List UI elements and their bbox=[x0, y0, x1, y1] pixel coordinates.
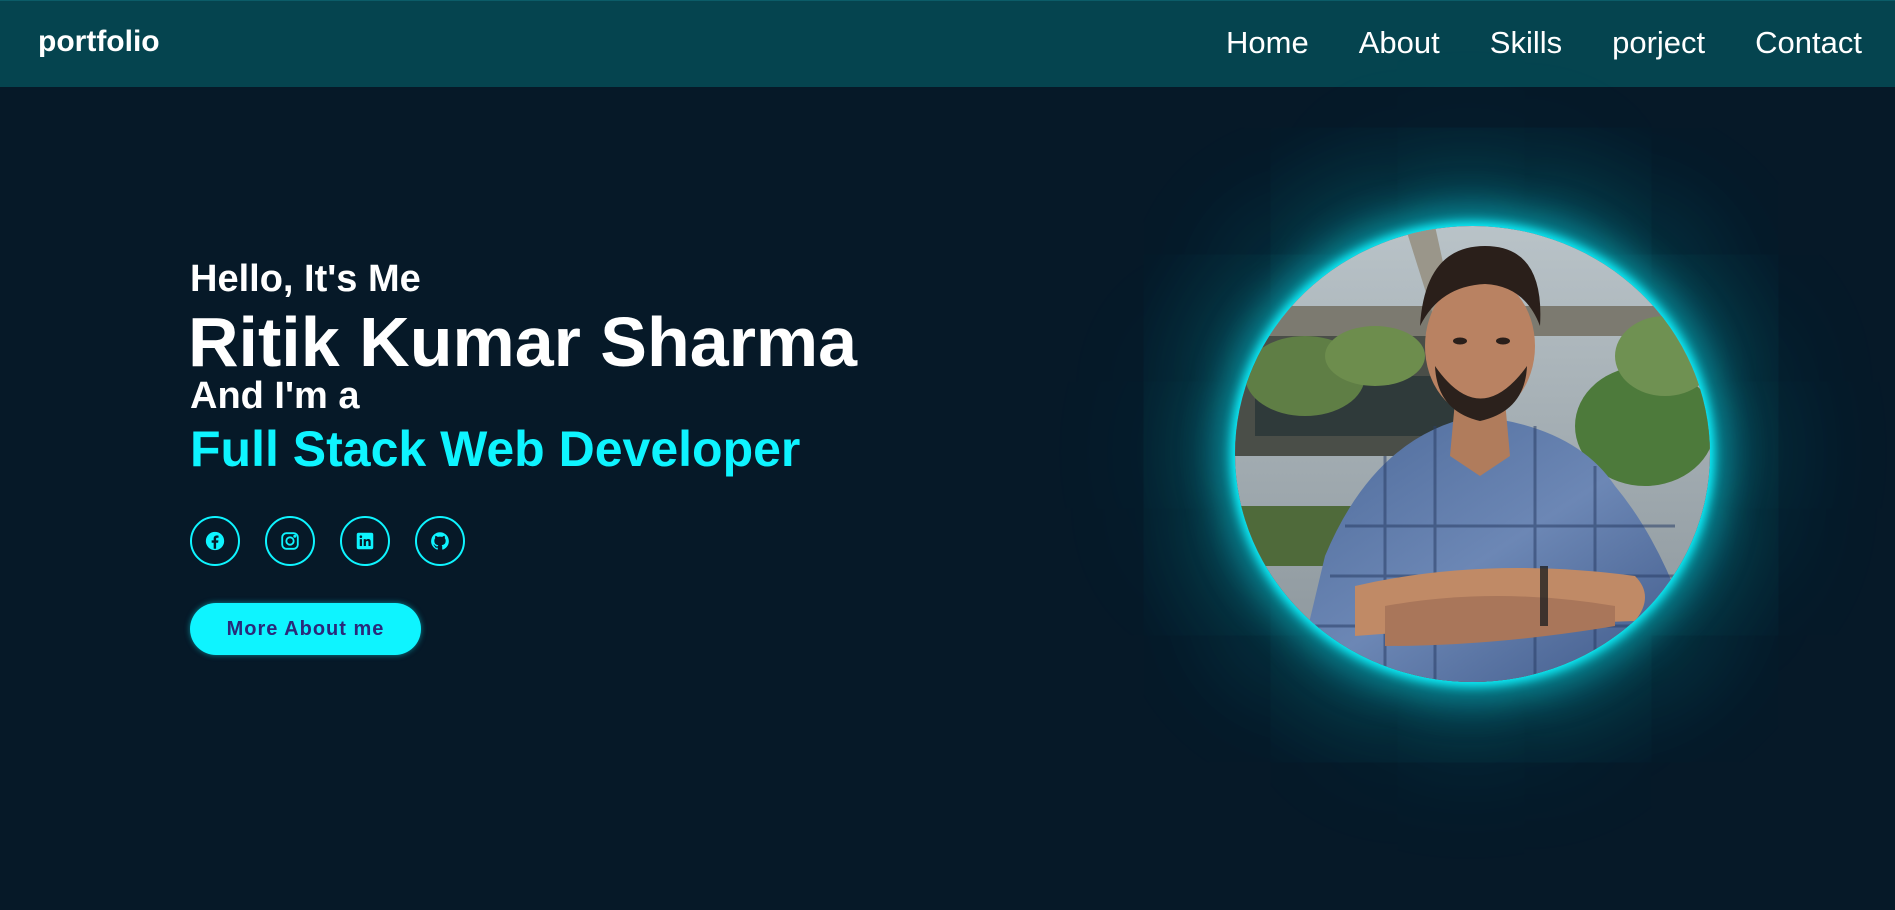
github-icon[interactable] bbox=[415, 516, 465, 566]
nav-link-skills[interactable]: Skills bbox=[1490, 25, 1562, 61]
hero-intro: And I'm a bbox=[190, 375, 360, 417]
social-links bbox=[190, 516, 465, 566]
profile-photo bbox=[1235, 226, 1710, 682]
hero-greeting: Hello, It's Me bbox=[190, 258, 421, 300]
nav-link-home[interactable]: Home bbox=[1226, 25, 1309, 61]
linkedin-icon[interactable] bbox=[340, 516, 390, 566]
nav-link-project[interactable]: porject bbox=[1612, 25, 1705, 61]
facebook-icon[interactable] bbox=[190, 516, 240, 566]
logo[interactable]: portfolio bbox=[38, 25, 160, 59]
navbar: portfolio Home About Skills porject Cont… bbox=[0, 0, 1895, 87]
hero-name: Ritik Kumar Sharma bbox=[188, 303, 858, 381]
nav-link-contact[interactable]: Contact bbox=[1755, 25, 1862, 61]
more-about-me-button[interactable]: More About me bbox=[190, 603, 421, 655]
nav-links: Home About Skills porject Contact bbox=[1226, 25, 1862, 61]
instagram-icon[interactable] bbox=[265, 516, 315, 566]
nav-link-about[interactable]: About bbox=[1359, 25, 1440, 61]
hero-role: Full Stack Web Developer bbox=[190, 421, 801, 477]
